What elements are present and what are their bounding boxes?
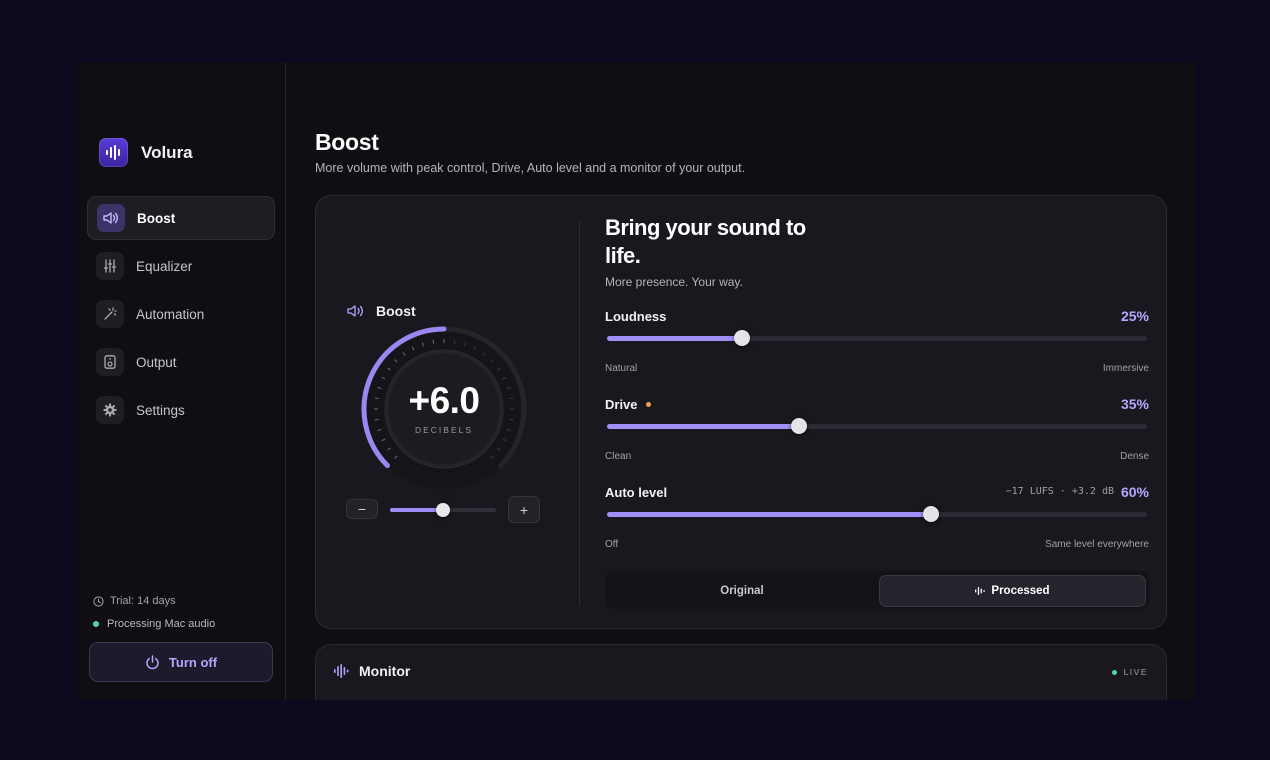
drive-thumb[interactable] bbox=[790, 418, 807, 434]
page-subtitle: More volume with peak control, Drive, Au… bbox=[315, 161, 746, 175]
page-title: Boost bbox=[315, 129, 379, 155]
drive-slider-row: Drive 35% Clean Dense bbox=[605, 396, 1149, 467]
turn-off-label: Turn off bbox=[168, 654, 218, 670]
drive-max-label: Dense bbox=[1120, 451, 1149, 462]
drive-fill bbox=[607, 424, 799, 429]
processing-text: Processing Mac audio bbox=[107, 618, 216, 630]
sidebar-footer: Trial: 14 days Processing Mac audio Turn… bbox=[89, 594, 273, 682]
slider-label: Drive bbox=[605, 397, 651, 412]
sliders-icon bbox=[96, 252, 124, 280]
app-name: Volura bbox=[141, 142, 193, 162]
slider-label: Loudness bbox=[605, 309, 666, 324]
boost-knob[interactable]: +6.0 DECIBELS bbox=[356, 321, 532, 497]
auto-level-value: 60% bbox=[1120, 484, 1149, 500]
loudness-slider[interactable] bbox=[607, 330, 1147, 346]
app-window: Volura Boost Equalizer Automation Output… bbox=[78, 62, 1195, 700]
boost-fine-control: − + bbox=[346, 496, 540, 524]
boost-header: Boost bbox=[347, 303, 416, 319]
auto-level-slider[interactable] bbox=[607, 506, 1147, 522]
gear-icon bbox=[96, 396, 124, 424]
live-badge: LIVE bbox=[1111, 667, 1148, 677]
sidebar-item-automation[interactable]: Automation bbox=[87, 292, 275, 336]
hero-title: Bring your sound to life. bbox=[605, 215, 806, 268]
drive-slider[interactable] bbox=[607, 418, 1147, 434]
loudness-thumb[interactable] bbox=[734, 330, 750, 346]
sidebar-item-label: Settings bbox=[136, 402, 185, 418]
sidebar: Volura Boost Equalizer Automation Output… bbox=[78, 62, 286, 700]
sidebar-item-label: Automation bbox=[136, 306, 205, 322]
card-divider bbox=[579, 220, 580, 606]
compare-toggle: Original Processed bbox=[605, 571, 1149, 609]
processing-status: Processing Mac audio bbox=[93, 617, 273, 631]
loudness-min-label: Natural bbox=[605, 363, 638, 374]
sidebar-item-equalizer[interactable]: Equalizer bbox=[87, 244, 275, 288]
sidebar-item-settings[interactable]: Settings bbox=[87, 388, 275, 432]
monitor-card: Monitor LIVE bbox=[315, 644, 1167, 700]
power-icon bbox=[146, 654, 159, 669]
sidebar-item-output[interactable]: Output bbox=[87, 340, 275, 384]
boost-mini-slider[interactable] bbox=[390, 503, 496, 517]
loudness-value: 25% bbox=[1120, 308, 1149, 324]
auto-level-slider-row: Auto level −17 LUFS · +3.2 dB 60% Off Sa… bbox=[605, 484, 1149, 555]
speaker-box-icon bbox=[96, 348, 124, 376]
boost-mini-thumb[interactable] bbox=[436, 503, 450, 517]
clock-icon bbox=[93, 595, 104, 607]
auto-level-max-label: Same level everywhere bbox=[1045, 539, 1149, 550]
sidebar-item-boost[interactable]: Boost bbox=[87, 196, 275, 240]
processed-label: Processed bbox=[991, 585, 1050, 597]
boost-label: Boost bbox=[376, 303, 416, 319]
live-label: LIVE bbox=[1123, 667, 1148, 677]
waveform-icon bbox=[975, 587, 986, 595]
auto-level-label: Auto level bbox=[605, 485, 668, 500]
auto-level-thumb[interactable] bbox=[923, 506, 939, 522]
turn-off-button[interactable]: Turn off bbox=[89, 642, 273, 682]
sidebar-item-label: Output bbox=[136, 354, 177, 370]
boost-card: Boost +6.0 DECIBELS − + Bring your sound… bbox=[315, 195, 1167, 629]
speaker-icon bbox=[97, 204, 125, 232]
sidebar-item-label: Equalizer bbox=[136, 258, 193, 274]
boost-unit: DECIBELS bbox=[414, 425, 474, 435]
trial-status: Trial: 14 days bbox=[93, 594, 273, 608]
magic-wand-icon bbox=[96, 300, 124, 328]
sidebar-nav: Boost Equalizer Automation Output Settin… bbox=[87, 196, 275, 436]
loudness-label: Loudness bbox=[605, 309, 667, 324]
monitor-header: Monitor bbox=[334, 663, 410, 679]
loudness-max-label: Immersive bbox=[1102, 363, 1149, 374]
auto-level-readout: −17 LUFS · +3.2 dB bbox=[1005, 486, 1114, 497]
speaker-icon bbox=[347, 305, 363, 317]
increase-button[interactable]: + bbox=[508, 496, 540, 523]
waveform-icon bbox=[334, 664, 349, 678]
sidebar-item-label: Boost bbox=[137, 210, 176, 226]
slider-label: Auto level bbox=[605, 485, 667, 500]
drive-label: Drive bbox=[605, 397, 638, 412]
decrease-button[interactable]: − bbox=[346, 499, 378, 519]
hero-subtitle: More presence. Your way. bbox=[605, 275, 743, 289]
knob-tick bbox=[453, 339, 456, 344]
monitor-title: Monitor bbox=[359, 663, 411, 679]
original-button[interactable]: Original bbox=[609, 575, 875, 607]
drive-value: 35% bbox=[1120, 396, 1149, 412]
knob-tick bbox=[432, 339, 435, 344]
app-logo-icon bbox=[99, 138, 128, 167]
boost-value: +6.0 bbox=[408, 380, 480, 421]
processed-button[interactable]: Processed bbox=[879, 575, 1146, 607]
status-dot bbox=[93, 621, 99, 627]
loudness-fill bbox=[607, 336, 742, 341]
main-content: Boost More volume with peak control, Dri… bbox=[315, 62, 1195, 700]
trial-text: Trial: 14 days bbox=[110, 595, 176, 607]
auto-level-fill bbox=[607, 512, 931, 517]
auto-level-min-label: Off bbox=[605, 539, 619, 550]
drive-indicator-dot bbox=[645, 402, 651, 407]
drive-min-label: Clean bbox=[605, 451, 632, 462]
live-dot bbox=[1111, 669, 1117, 675]
brand: Volura bbox=[99, 138, 193, 167]
loudness-slider-row: Loudness 25% Natural Immersive bbox=[605, 308, 1149, 379]
